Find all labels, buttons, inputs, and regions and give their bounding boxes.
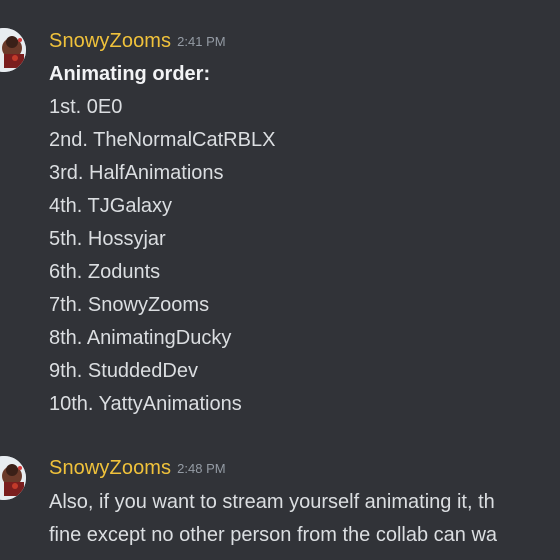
list-item: 8th. AnimatingDucky bbox=[49, 327, 232, 349]
chat-message-list: SnowyZooms 2:41 PM Animating order: 1st. … bbox=[0, 0, 560, 560]
message-text-line: Also, if you want to stream yourself ani… bbox=[49, 491, 495, 513]
list-item: 6th. Zodunts bbox=[49, 261, 161, 283]
timestamp[interactable]: 2:41 PM bbox=[177, 34, 225, 49]
list-item: 3rd. HalfAnimations bbox=[49, 162, 224, 184]
avatar[interactable] bbox=[0, 456, 26, 500]
message-header: SnowyZooms 2:41 PM bbox=[49, 30, 226, 53]
list-item: 2nd. TheNormalCatRBLX bbox=[49, 129, 276, 151]
username[interactable]: SnowyZooms bbox=[49, 457, 171, 479]
message-heading: Animating order: bbox=[49, 63, 211, 85]
list-item: 7th. SnowyZooms bbox=[49, 294, 210, 316]
list-item: 4th. TJGalaxy bbox=[49, 195, 173, 217]
list-item: 9th. StuddedDev bbox=[49, 360, 198, 382]
username[interactable]: SnowyZooms bbox=[49, 30, 171, 52]
list-item: 10th. YattyAnimations bbox=[49, 393, 242, 415]
avatar[interactable] bbox=[0, 28, 26, 72]
list-item: 5th. Hossyjar bbox=[49, 228, 166, 250]
timestamp[interactable]: 2:48 PM bbox=[177, 461, 225, 476]
avatar-image bbox=[0, 28, 26, 72]
avatar-image bbox=[0, 456, 26, 500]
message-content: Also, if you want to stream yourself ani… bbox=[49, 486, 497, 552]
message-content: Animating order: 1st. 0E0 2nd. TheNormal… bbox=[49, 58, 275, 421]
list-item: 1st. 0E0 bbox=[49, 96, 123, 118]
message-header: SnowyZooms 2:48 PM bbox=[49, 457, 226, 480]
message-text-line: fine except no other person from the col… bbox=[49, 524, 498, 546]
